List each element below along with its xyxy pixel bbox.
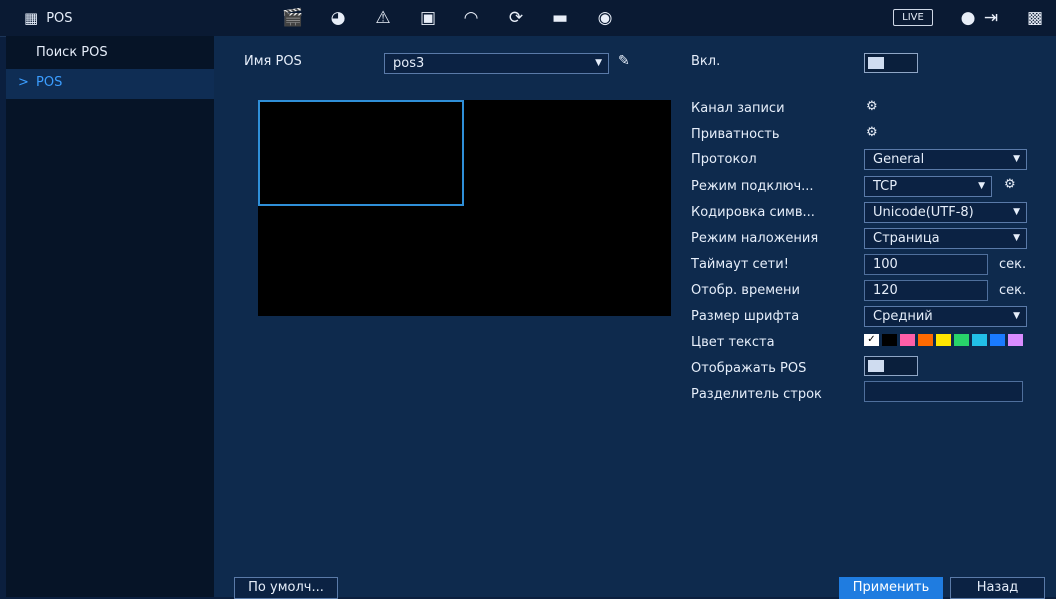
color-swatch[interactable] (882, 334, 897, 346)
connect-mode-label: Режим подключ... (691, 179, 814, 194)
protocol-value: General (873, 152, 925, 167)
font-size-select[interactable]: Средний ▼ (864, 306, 1027, 327)
audio-icon[interactable]: ◉ (592, 6, 618, 30)
main-panel: Имя POS pos3 ▼ ✎ Вкл. Канал записи ⚙ При… (214, 36, 1056, 599)
pos-terminal-icon: ▦ (24, 9, 39, 27)
color-swatch-selected[interactable]: ✓ (864, 334, 879, 346)
color-swatch[interactable] (900, 334, 915, 346)
gauge-icon[interactable]: ◠ (458, 6, 484, 30)
active-marker-icon: > (18, 75, 29, 90)
encoding-value: Unicode(UTF-8) (873, 205, 974, 220)
color-swatch[interactable] (1008, 334, 1023, 346)
overlay-mode-select[interactable]: Страница ▼ (864, 228, 1027, 249)
sidebar-item-label: POS (36, 75, 63, 90)
sidebar-item-pos-search[interactable]: Поиск POS (6, 39, 214, 69)
record-channel-label: Канал записи (691, 101, 785, 116)
pos-name-value: pos3 (393, 56, 425, 71)
color-swatch[interactable] (936, 334, 951, 346)
protocol-select[interactable]: General ▼ (864, 149, 1027, 170)
sidebar-item-pos[interactable]: > POS (6, 69, 214, 99)
live-button[interactable]: LIVE (893, 9, 933, 26)
font-size-label: Размер шрифта (691, 309, 800, 324)
head-icon[interactable]: ◕ (325, 6, 351, 30)
encoding-select[interactable]: Unicode(UTF-8) ▼ (864, 202, 1027, 223)
enable-label: Вкл. (691, 54, 721, 69)
apply-button[interactable]: Применить (839, 577, 943, 599)
video-preview[interactable] (258, 100, 671, 316)
color-swatch[interactable] (918, 334, 933, 346)
top-bar: ▦ POS 🎬 ◕ ⚠ ▣ ◠ ⟳ ▬ ◉ LIVE ● ⇥ ▩ (0, 0, 1056, 37)
display-time-input[interactable]: 120 (864, 280, 988, 301)
privacy-label: Приватность (691, 127, 780, 142)
chevron-down-icon: ▼ (1013, 207, 1020, 217)
toggle-knob (868, 360, 884, 372)
net-timeout-input[interactable]: 100 (864, 254, 988, 275)
overlay-mode-value: Страница (873, 231, 940, 246)
sidebar: Поиск POS > POS (6, 36, 214, 597)
app-title: ▦ POS (24, 9, 73, 27)
encoding-label: Кодировка симв... (691, 205, 815, 220)
network-icon[interactable]: ▣ (415, 6, 441, 30)
edit-pencil-icon[interactable]: ✎ (618, 53, 630, 69)
show-pos-toggle[interactable] (864, 356, 918, 376)
connect-mode-select[interactable]: TCP ▼ (864, 176, 992, 197)
net-timeout-unit: сек. (999, 257, 1027, 272)
net-timeout-value: 100 (873, 257, 898, 272)
privacy-gear-icon[interactable]: ⚙ (866, 125, 878, 140)
font-size-value: Средний (873, 309, 933, 324)
sidebar-item-label: Поиск POS (36, 45, 108, 60)
line-delimiter-input[interactable] (864, 381, 1023, 402)
overlay-mode-label: Режим наложения (691, 231, 819, 246)
default-button[interactable]: По умолч... (234, 577, 338, 599)
text-color-label: Цвет текста (691, 335, 775, 350)
chevron-down-icon: ▼ (1013, 154, 1020, 164)
chevron-down-icon: ▼ (595, 58, 602, 68)
back-button[interactable]: Назад (950, 577, 1045, 599)
chevron-down-icon: ▼ (1013, 311, 1020, 321)
toggle-knob (868, 57, 884, 69)
record-channel-gear-icon[interactable]: ⚙ (866, 99, 878, 114)
color-swatch[interactable] (954, 334, 969, 346)
net-timeout-label: Таймаут сети! (691, 257, 789, 272)
color-swatch[interactable] (990, 334, 1005, 346)
qr-code-icon[interactable]: ▩ (1022, 6, 1048, 30)
clapperboard-icon[interactable]: 🎬 (280, 6, 306, 30)
show-pos-label: Отображать POS (691, 361, 807, 376)
alarm-icon[interactable]: ⚠ (370, 6, 396, 30)
text-color-palette[interactable]: ✓ (864, 334, 1027, 346)
monitor-icon[interactable]: ▬ (547, 6, 573, 30)
display-time-label: Отобр. времени (691, 283, 800, 298)
display-time-value: 120 (873, 283, 898, 298)
app-title-label: POS (46, 10, 73, 26)
chevron-down-icon: ▼ (1013, 233, 1020, 243)
line-delimiter-label: Разделитель строк (691, 387, 822, 402)
logout-icon[interactable]: ⇥ (978, 6, 1004, 30)
chevron-down-icon: ▼ (978, 181, 985, 191)
refresh-icon[interactable]: ⟳ (503, 6, 529, 30)
display-time-unit: сек. (999, 283, 1027, 298)
color-swatch[interactable] (972, 334, 987, 346)
pos-name-label: Имя POS (244, 54, 302, 69)
connect-mode-gear-icon[interactable]: ⚙ (1004, 177, 1016, 192)
pos-name-select[interactable]: pos3 ▼ (384, 53, 609, 74)
enable-toggle[interactable] (864, 53, 918, 73)
overlay-region[interactable] (258, 100, 464, 206)
protocol-label: Протокол (691, 152, 757, 167)
connect-mode-value: TCP (873, 179, 898, 194)
